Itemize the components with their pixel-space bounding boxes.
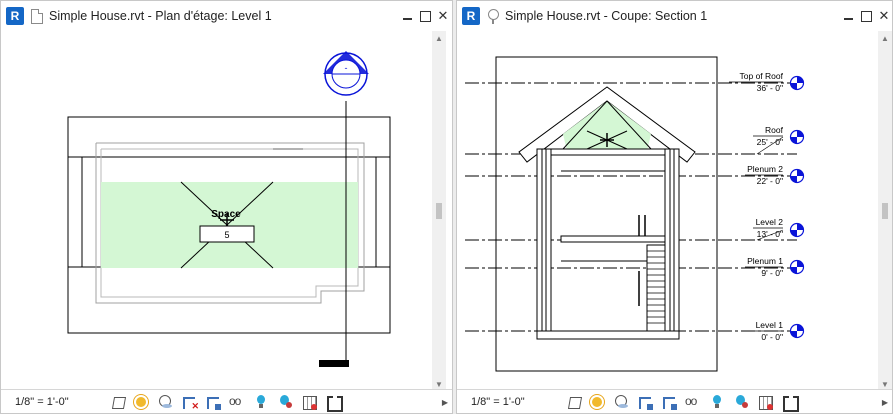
shadows-icon[interactable]	[157, 394, 173, 410]
show-constraints-icon[interactable]	[325, 394, 343, 412]
level-elevation: 0' - 0"	[761, 332, 783, 342]
reveal-hidden-icon[interactable]	[709, 394, 725, 410]
show-constraints-icon[interactable]	[781, 394, 799, 412]
level-elevation: 9' - 0"	[761, 268, 783, 278]
view-scale[interactable]: 1/8" = 1'-0"	[471, 396, 561, 408]
close-icon[interactable]: ✕	[876, 8, 892, 24]
detail-level-icon[interactable]	[111, 396, 127, 409]
level-head-top-of-roof[interactable]: Top of Roof 36' - 0"	[729, 71, 805, 93]
floor-plan-vscroll[interactable]: ▲ ▼	[432, 31, 446, 391]
level-name: Roof	[765, 125, 784, 135]
revit-workspace: R Simple House.rvt - Plan d'étage: Level…	[0, 0, 893, 414]
level-name: Top of Roof	[740, 71, 784, 81]
level-elevation: 13' - 0"	[757, 229, 783, 239]
level-name: Plenum 1	[747, 256, 783, 266]
section-vscroll[interactable]: ▲ ▼	[878, 31, 892, 391]
level-name: Plenum 2	[747, 164, 783, 174]
crop-view-icon[interactable]	[637, 394, 653, 410]
reveal-hidden-icon[interactable]	[253, 394, 269, 410]
section-drawing: Top of Roof 36' - 0" Roof 25' - 0" Plenu…	[465, 56, 805, 372]
level-head-roof[interactable]: Roof 25' - 0"	[753, 125, 805, 155]
section-marker-label: -	[345, 63, 348, 73]
scroll-up-icon[interactable]: ▲	[878, 31, 892, 45]
level-head-level-2[interactable]: Level 2 13' - 0"	[753, 217, 805, 241]
section-title: Simple House.rvt - Coupe: Section 1	[505, 9, 708, 23]
revit-app-icon: R	[462, 7, 480, 25]
stair[interactable]	[646, 244, 666, 332]
temporary-hide-icon[interactable]	[229, 394, 245, 410]
scroll-right-icon[interactable]: ▶	[882, 398, 888, 407]
analysis-display-icon[interactable]	[733, 394, 749, 410]
floor-plan-view-control-bar: 1/8" = 1'-0" ▶	[1, 389, 452, 413]
scroll-thumb[interactable]	[882, 203, 888, 219]
level-name: Level 1	[756, 320, 784, 330]
left-wall[interactable]	[536, 148, 552, 340]
shadows-icon[interactable]	[613, 394, 629, 410]
section-titlebar[interactable]: R Simple House.rvt - Coupe: Section 1 ✕	[457, 1, 892, 31]
floor-plan-window: R Simple House.rvt - Plan d'étage: Level…	[0, 0, 453, 414]
crop-region-icon[interactable]	[205, 394, 221, 410]
floor-plan-title: Simple House.rvt - Plan d'étage: Level 1	[49, 9, 272, 23]
level-1-floor[interactable]	[536, 330, 680, 340]
section-window: R Simple House.rvt - Coupe: Section 1 ✕	[456, 0, 893, 414]
highlight-displacement-icon[interactable]	[301, 394, 317, 410]
level-head-level-1[interactable]: Level 1 0' - 0"	[753, 320, 805, 342]
highlight-displacement-icon[interactable]	[757, 394, 773, 410]
level-head-plenum-2[interactable]: Plenum 2 22' - 0"	[745, 164, 805, 186]
level-head-plenum-1[interactable]: Plenum 1 9' - 0"	[745, 256, 805, 278]
section-view-control-bar: 1/8" = 1'-0" ▶	[457, 389, 892, 413]
level-name: Level 2	[756, 217, 784, 227]
level-elevation: 22' - 0"	[757, 176, 783, 186]
crop-view-icon[interactable]	[181, 394, 199, 412]
ceiling-slab[interactable]	[550, 148, 666, 156]
section-end-head[interactable]	[319, 360, 349, 367]
minimize-icon[interactable]	[840, 8, 856, 24]
scroll-thumb[interactable]	[436, 203, 442, 219]
revit-app-icon: R	[6, 7, 24, 25]
maximize-icon[interactable]	[417, 8, 433, 24]
pin-icon	[487, 8, 499, 24]
section-window-controls: ✕	[838, 8, 892, 24]
detail-level-icon[interactable]	[567, 396, 583, 409]
minimize-icon[interactable]	[399, 8, 415, 24]
level-elevation: 36' - 0"	[757, 83, 783, 93]
floor-plan-titlebar[interactable]: R Simple House.rvt - Plan d'étage: Level…	[1, 1, 452, 31]
document-icon	[31, 8, 43, 24]
temporary-hide-icon[interactable]	[685, 394, 701, 410]
scroll-right-icon[interactable]: ▶	[442, 398, 448, 407]
view-scale[interactable]: 1/8" = 1'-0"	[15, 396, 105, 408]
maximize-icon[interactable]	[858, 8, 874, 24]
space-number: 5	[224, 230, 229, 240]
analysis-display-icon[interactable]	[277, 394, 293, 410]
crop-region-icon[interactable]	[661, 394, 677, 410]
sun-path-icon[interactable]	[589, 394, 605, 410]
space-fill[interactable]	[101, 182, 358, 268]
close-icon[interactable]: ✕	[435, 8, 451, 24]
floor-plan-window-controls: ✕	[397, 8, 451, 24]
section-canvas[interactable]: Top of Roof 36' - 0" Roof 25' - 0" Plenu…	[457, 31, 875, 391]
sun-path-icon[interactable]	[133, 394, 149, 410]
floor-plan-canvas[interactable]: Space 5 -	[1, 31, 432, 391]
floor-plan-drawing: Space 5 -	[67, 51, 391, 367]
space-name: Space	[211, 209, 241, 220]
right-wall[interactable]	[664, 148, 680, 340]
scroll-up-icon[interactable]: ▲	[432, 31, 446, 45]
level-2-floor[interactable]	[560, 235, 666, 243]
